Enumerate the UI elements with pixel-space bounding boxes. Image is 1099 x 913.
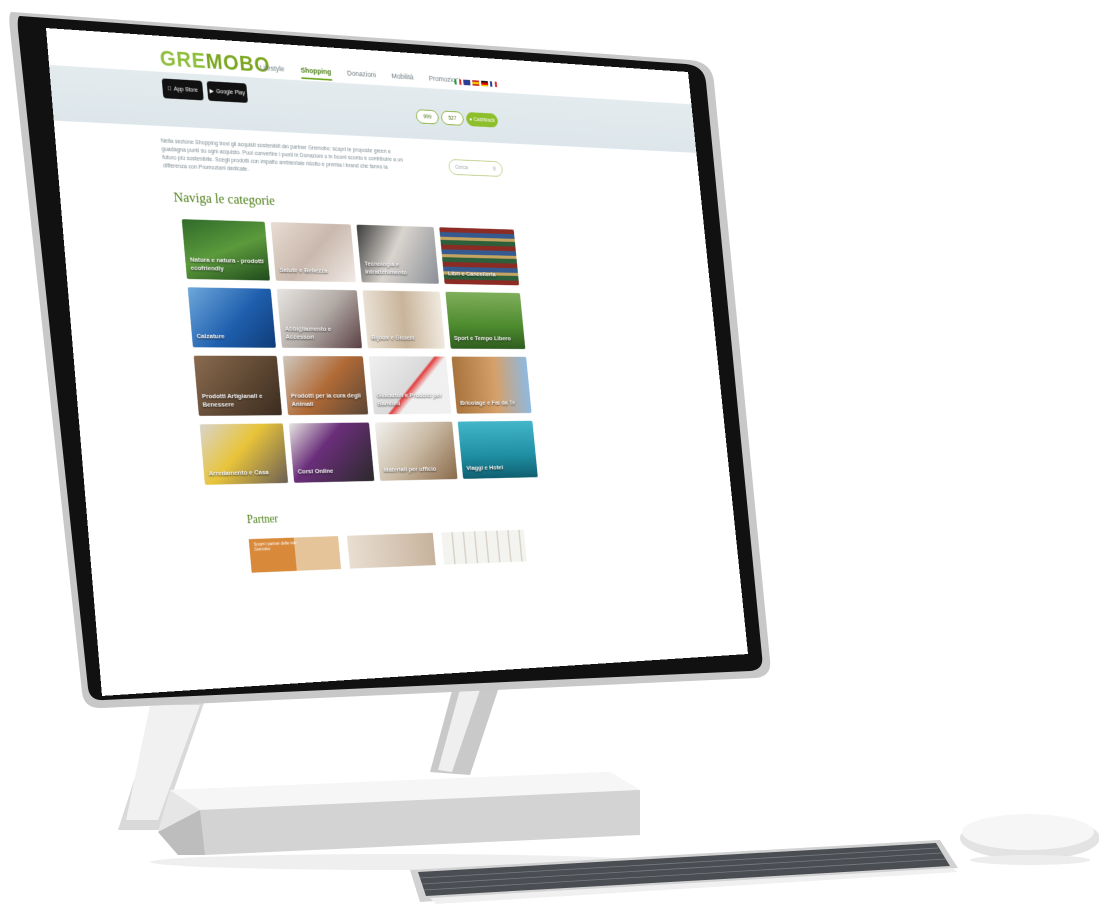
mouse: [960, 814, 1099, 865]
keyboard: [410, 840, 958, 904]
keyboard-and-mouse: [0, 0, 1099, 913]
